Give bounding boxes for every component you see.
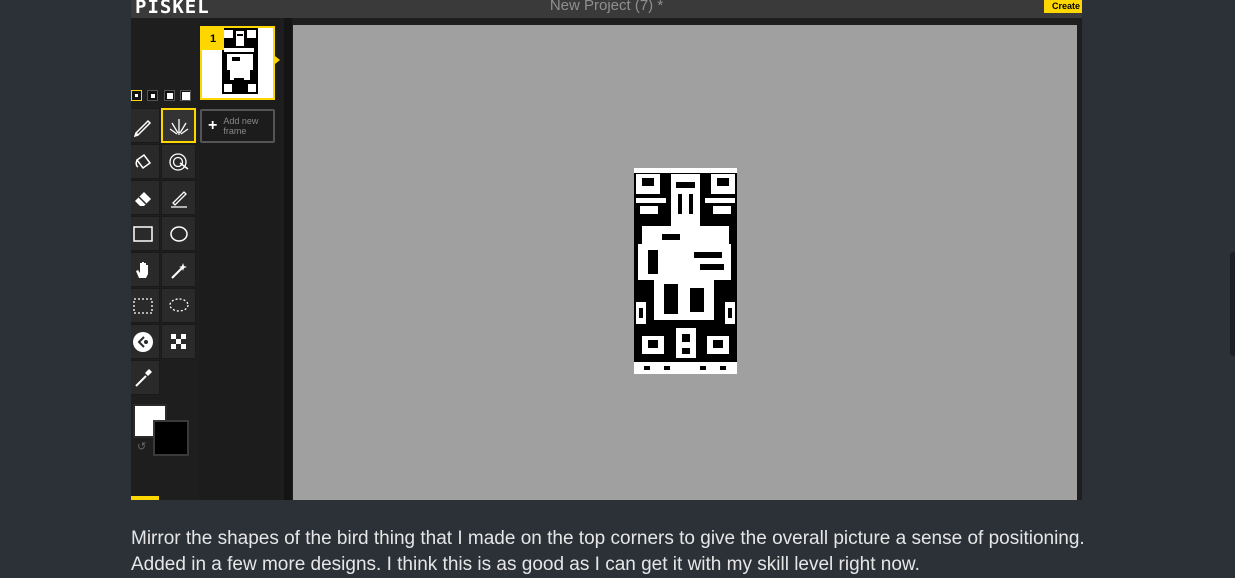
palette-tab[interactable] [131,496,159,500]
create-button[interactable]: Create [1044,0,1082,13]
frame-number: 1 [202,28,224,50]
lasso-icon [168,297,189,312]
rect-select-icon [132,297,153,314]
add-frame-button[interactable]: + Add new frame [200,109,275,143]
plus-icon: + [208,117,218,134]
target-bucket-icon [168,152,188,171]
eyedropper-icon [134,368,152,387]
lighten-icon [132,331,153,352]
pen-size-3[interactable] [164,90,175,101]
eraser-icon [134,191,151,206]
shape-selection-tool[interactable] [161,252,196,287]
pen-size-4[interactable] [180,90,191,101]
frames-panel: 1 + Add new frame [199,18,280,500]
pen-size-1[interactable] [131,90,142,101]
pen-icon [133,119,151,137]
paint-all-same-color-tool[interactable] [161,144,196,179]
rectangle-selection-tool[interactable] [131,288,160,323]
drawing-canvas[interactable] [293,25,1077,500]
add-frame-label: Add new frame [223,116,259,136]
paint-bucket-icon [134,153,151,169]
paint-bucket-tool[interactable] [131,144,160,179]
eraser-tool[interactable] [131,180,160,215]
magic-wand-icon [170,262,187,279]
stroke-icon [170,190,187,208]
frame-selected-arrow [275,56,280,64]
frame-preview [222,28,258,98]
sprite-artwork [634,168,737,374]
rectangle-tool[interactable] [131,216,160,251]
checker-icon [170,333,186,349]
stroke-tool[interactable] [161,180,196,215]
lasso-selection-tool[interactable] [161,288,196,323]
pen-tool[interactable] [131,108,160,143]
piskel-editor: PISKEL New Project (7) * Create ↺ 1 + Ad… [131,0,1082,500]
dithering-tool[interactable] [161,324,196,359]
hand-icon [135,261,148,278]
swap-colors-icon[interactable]: ↺ [137,440,146,453]
post-caption: Mirror the shapes of the bird thing that… [131,528,1085,575]
pixel-art [634,168,737,374]
color-picker-tool[interactable] [131,360,160,395]
circle-icon [169,225,188,242]
project-title[interactable]: New Project (7) * [131,0,1082,14]
secondary-color[interactable] [153,420,189,456]
panel-divider [284,18,292,500]
top-bar: PISKEL New Project (7) * Create [131,0,1082,18]
circle-tool[interactable] [161,216,196,251]
lighten-tool[interactable] [131,324,160,359]
mirror-pen-icon [169,118,188,135]
vertical-mirror-pen-tool[interactable] [161,108,196,143]
frame-1[interactable]: 1 [200,26,275,100]
pen-size-2[interactable] [147,90,158,101]
page-scrollbar[interactable] [1230,252,1235,356]
move-tool[interactable] [131,252,160,287]
rectangle-icon [132,225,153,242]
